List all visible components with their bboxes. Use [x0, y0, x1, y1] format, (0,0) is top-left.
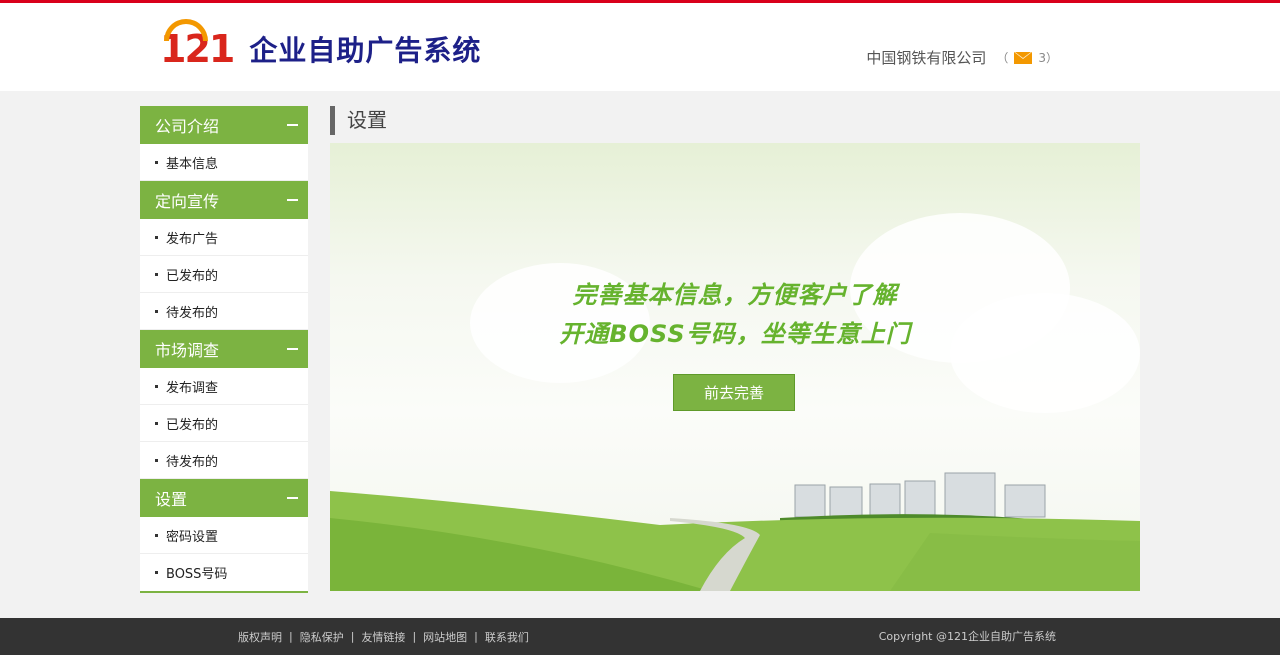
sidebar-group-title: 设置	[155, 490, 188, 509]
footer-separator: |	[474, 630, 478, 643]
collapse-minus-icon[interactable]	[287, 348, 298, 350]
sidebar-item-publish-ad[interactable]: 发布广告	[140, 219, 308, 256]
sidebar-item-label: 待发布的	[166, 305, 219, 321]
sidebar-group-company-intro[interactable]: 公司介绍	[140, 106, 308, 144]
message-paren-open: （	[996, 51, 1009, 65]
sidebar-item-label: 发布调查	[166, 380, 219, 396]
go-complete-button[interactable]: 前去完善	[673, 374, 795, 411]
sidebar-item-label: 发布广告	[166, 231, 219, 247]
sidebar-item-surveys-pending[interactable]: 待发布的	[140, 442, 308, 479]
sidebar-group-title: 公司介绍	[155, 117, 220, 136]
message-paren-close: ）	[1045, 51, 1058, 65]
sidebar-item-boss-number[interactable]: BOSS号码	[140, 554, 308, 591]
header: 121 企业自助广告系统 中国钢铁有限公司 （ 3 ）	[0, 3, 1280, 91]
footer-separator: |	[289, 630, 293, 643]
page-title: 设置	[330, 106, 1140, 135]
bullet-icon	[155, 309, 158, 313]
bullet-icon	[155, 571, 158, 574]
mail-icon	[1014, 51, 1033, 64]
sidebar-item-label: BOSS号码	[166, 567, 228, 582]
city-buildings	[794, 472, 1046, 518]
sidebar-menu: 公司介绍 基本信息 定向宣传 发布广告 已发布的 待发布的 市场调查 发布调查 …	[140, 106, 308, 593]
footer-link-contact[interactable]: 联系我们	[485, 629, 529, 645]
bullet-icon	[155, 421, 158, 425]
logo-number: 121	[160, 19, 235, 71]
sidebar-item-label: 已发布的	[166, 268, 219, 284]
sidebar-item-label: 待发布的	[166, 454, 219, 470]
footer-separator: |	[350, 630, 355, 643]
footer-link-copyright-statement[interactable]: 版权声明	[238, 629, 282, 645]
logo[interactable]: 121 企业自助广告系统	[160, 19, 482, 73]
message-count: 3	[1038, 50, 1046, 65]
bullet-icon	[155, 533, 158, 537]
sidebar-item-label: 密码设置	[166, 529, 219, 545]
footer-link-friend-links[interactable]: 友情链接	[361, 629, 405, 645]
promo-banner: 完善基本信息，方便客户了解 开通BOSS号码，坐等生意上门 前去完善	[330, 143, 1140, 591]
footer-link-privacy[interactable]: 隐私保护	[300, 629, 344, 645]
bullet-icon	[155, 272, 158, 276]
bullet-icon	[155, 384, 158, 388]
landscape-illustration	[330, 472, 1140, 591]
sidebar-item-surveys-published[interactable]: 已发布的	[140, 405, 308, 442]
sidebar-group-settings[interactable]: 设置	[140, 479, 308, 517]
sidebar-group-title: 市场调查	[155, 341, 220, 360]
collapse-minus-icon[interactable]	[287, 497, 298, 499]
copyright-text: Copyright @121企业自助广告系统	[878, 630, 1056, 643]
message-indicator[interactable]: （ 3 ）	[996, 49, 1058, 66]
company-info: 中国钢铁有限公司 （ 3 ）	[866, 47, 1058, 68]
collapse-minus-icon[interactable]	[287, 199, 298, 201]
footer-links: 版权声明 | 隐私保护 | 友情链接 | 网站地图 | 联系我们	[238, 618, 529, 655]
sidebar-item-label: 已发布的	[166, 417, 219, 433]
logo-arc-icon	[164, 19, 208, 41]
footer-link-sitemap[interactable]: 网站地图	[423, 629, 467, 645]
sidebar-item-label: 基本信息	[166, 156, 219, 172]
sidebar-group-title: 定向宣传	[155, 192, 220, 211]
bullet-icon	[155, 235, 158, 239]
sidebar-group-targeted-ads[interactable]: 定向宣传	[140, 181, 308, 219]
sidebar-item-basic-info[interactable]: 基本信息	[140, 144, 308, 181]
main-content: 设置 完善基本信息，方便客户了解 开通BOSS号码，坐等生意上门 前去完善	[330, 106, 1140, 591]
sidebar-item-ads-pending[interactable]: 待发布的	[140, 293, 308, 330]
company-name: 中国钢铁有限公司	[866, 49, 987, 67]
banner-slogan-line1: 完善基本信息，方便客户了解	[572, 281, 898, 309]
sidebar-item-publish-survey[interactable]: 发布调查	[140, 368, 308, 405]
bullet-icon	[155, 160, 158, 164]
sidebar-item-password-settings[interactable]: 密码设置	[140, 517, 308, 554]
banner-slogan-line2: 开通BOSS号码，坐等生意上门	[559, 320, 911, 348]
footer-separator: |	[412, 630, 417, 643]
logo-title: 企业自助广告系统	[249, 34, 482, 67]
footer: 版权声明 | 隐私保护 | 友情链接 | 网站地图 | 联系我们 Copyrig…	[0, 618, 1280, 655]
cloud-decoration	[950, 293, 1140, 413]
sidebar-item-ads-published[interactable]: 已发布的	[140, 256, 308, 293]
collapse-minus-icon[interactable]	[287, 124, 298, 126]
sidebar-group-market-survey[interactable]: 市场调查	[140, 330, 308, 368]
bullet-icon	[155, 458, 158, 462]
